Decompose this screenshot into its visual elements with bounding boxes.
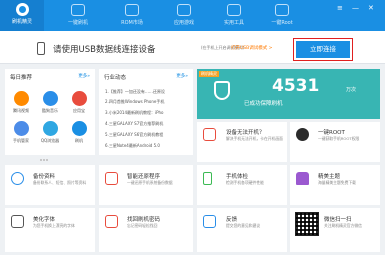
tile-title: 手机体检 xyxy=(226,174,249,180)
tile-desc: 为您手机换上漂亮的字体 xyxy=(33,223,75,228)
banner-tag: 刷机精灵 xyxy=(199,71,219,77)
brand-label: 刷机精灵 xyxy=(11,19,32,25)
feedback-icon xyxy=(203,215,216,228)
tile-desc: 检测手机各项硬件性能 xyxy=(226,180,264,185)
app-label: 刷机 xyxy=(75,138,83,143)
tile-desc: 关注刷机精灵官方微信 xyxy=(324,223,362,228)
panel-title: 每日推荐 xyxy=(10,75,33,81)
panel-title: 行业动态 xyxy=(104,75,127,81)
android-icon xyxy=(296,128,309,141)
close-icon[interactable]: ✕ xyxy=(368,4,374,12)
news-item[interactable]: 4.三星GALAXY S7官方推荐刷机 xyxy=(105,121,190,127)
app-tencent-video[interactable]: 腾讯视频 xyxy=(10,91,32,114)
tile-themes[interactable] xyxy=(290,165,380,205)
apps-icon xyxy=(177,4,191,16)
tile-checkup[interactable] xyxy=(197,165,287,205)
rom-icon xyxy=(125,4,139,16)
app-label: 酷狗音乐 xyxy=(42,108,58,113)
tile-title: 备份资料 xyxy=(33,174,56,180)
tile-desc: 提交您的意见和建议 xyxy=(226,223,261,228)
tools-icon xyxy=(227,4,241,16)
pager-dots[interactable] xyxy=(40,156,52,161)
tile-backup[interactable] xyxy=(5,165,95,205)
tab-label: 实用工具 xyxy=(223,20,244,26)
tile-desc: 解决手机无法开机，卡在开机画面 xyxy=(226,136,283,141)
restore-icon xyxy=(105,172,118,185)
qr-code-icon xyxy=(295,212,319,236)
appstore-icon xyxy=(71,91,87,106)
app-appstore[interactable]: 应用宝 xyxy=(68,91,90,114)
brand[interactable]: 刷机精灵 xyxy=(0,0,44,31)
tab-root[interactable]: 一键Root xyxy=(262,0,302,31)
app-phone-manager[interactable]: 手机管家 xyxy=(10,121,32,144)
phone-check-icon xyxy=(203,172,212,185)
minimize-icon[interactable]: — xyxy=(352,4,359,12)
flash-count-unit: 万次 xyxy=(346,87,357,93)
connect-message: 请使用USB数据线连接设备 xyxy=(53,45,156,55)
app-label: 腾讯视频 xyxy=(13,108,29,113)
tile-title: 找回刷机密码 xyxy=(127,217,161,223)
warning-icon xyxy=(203,128,216,141)
tile-title: 反馈 xyxy=(226,217,238,223)
tile-restore[interactable] xyxy=(99,165,193,205)
tile-title: 精美主题 xyxy=(318,174,341,180)
tab-tools[interactable]: 实用工具 xyxy=(214,0,254,31)
tab-label: 应用游戏 xyxy=(173,20,194,26)
daily-recommend-panel: 每日推荐 更多» 腾讯视频 酷狗音乐 应用宝 手机管家 QQ浏览器 刷机 xyxy=(5,69,95,155)
tile-title: 美化字体 xyxy=(33,217,56,223)
flash-count: 4531 xyxy=(272,76,320,96)
news-item[interactable]: 3.小米2014最新刷机教程：iPho xyxy=(105,110,190,116)
connect-bar: 请使用USB数据线连接设备 (在手机上开启调试模式) 打开USB调试模式 > 立… xyxy=(0,31,385,64)
more-link[interactable]: 更多» xyxy=(78,73,90,79)
tab-rom-market[interactable]: ROM市场 xyxy=(112,0,152,31)
top-nav: 刷机精灵 一键刷机 ROM市场 应用游戏 实用工具 一键Root ≡ — ✕ xyxy=(0,0,385,31)
usb-debug-link[interactable]: 打开USB调试模式 > xyxy=(231,45,272,51)
tab-label: 一键刷机 xyxy=(67,20,88,26)
menu-icon[interactable]: ≡ xyxy=(337,4,343,12)
kugou-icon xyxy=(42,91,58,106)
font-icon xyxy=(11,215,24,228)
industry-news-panel: 行业动态 更多» 1.【推荐】一加还没有……还原设 2.四月首推Windows … xyxy=(99,69,193,155)
app-flash[interactable]: 刷机 xyxy=(68,121,90,144)
phone-icon xyxy=(37,42,45,55)
tile-desc: 备份联系人、短信、照片等资料 xyxy=(33,180,87,185)
tile-title: 微信扫一扫 xyxy=(324,217,352,223)
backup-icon xyxy=(11,172,24,185)
tab-flash[interactable]: 一键刷机 xyxy=(58,0,98,31)
app-qq-browser[interactable]: QQ浏览器 xyxy=(39,121,61,144)
phone-icon xyxy=(71,4,85,16)
app-label: 手机管家 xyxy=(13,138,29,143)
shield-logo-icon xyxy=(15,3,29,16)
tab-label: ROM市场 xyxy=(121,20,143,26)
news-item[interactable]: 6.三星Note4最新Android 5.0 xyxy=(105,143,190,149)
news-item[interactable]: 5.三星GALAXY S6官方刷机教程 xyxy=(105,132,190,138)
app-label: 应用宝 xyxy=(73,108,85,113)
flash-icon xyxy=(71,121,87,136)
tile-title: 一键ROOT xyxy=(318,130,345,136)
phone-manager-icon xyxy=(13,121,29,136)
tile-desc: 一键还原手机系统备份数据 xyxy=(127,180,173,185)
shield-icon xyxy=(214,81,230,100)
app-label: QQ浏览器 xyxy=(40,138,60,143)
banner-caption: 已成功保障刷机 xyxy=(244,101,283,107)
connect-now-button[interactable]: 立即连接 xyxy=(293,38,353,61)
tile-desc: 一键获取手机ROOT权限 xyxy=(318,136,360,141)
tab-apps[interactable]: 应用游戏 xyxy=(164,0,204,31)
news-item[interactable]: 1.【推荐】一加还没有……还原设 xyxy=(105,89,190,95)
more-link[interactable]: 更多» xyxy=(176,73,188,79)
tencent-video-icon xyxy=(13,91,29,106)
tile-desc: 忘记密码轻松找回 xyxy=(127,223,158,228)
news-item[interactable]: 2.四月首推Windows Phone手机 xyxy=(105,99,190,105)
tile-desc: 海量精美主题免费下载 xyxy=(318,180,356,185)
tile-title: 设备无法开机？ xyxy=(226,130,265,136)
root-icon xyxy=(275,4,289,16)
qq-browser-icon xyxy=(42,121,58,136)
tab-label: 一键Root xyxy=(271,20,293,26)
tshirt-icon xyxy=(296,172,309,185)
tile-title: 智能还原程序 xyxy=(127,174,161,180)
lock-icon xyxy=(105,215,118,228)
app-kugou[interactable]: 酷狗音乐 xyxy=(39,91,61,114)
